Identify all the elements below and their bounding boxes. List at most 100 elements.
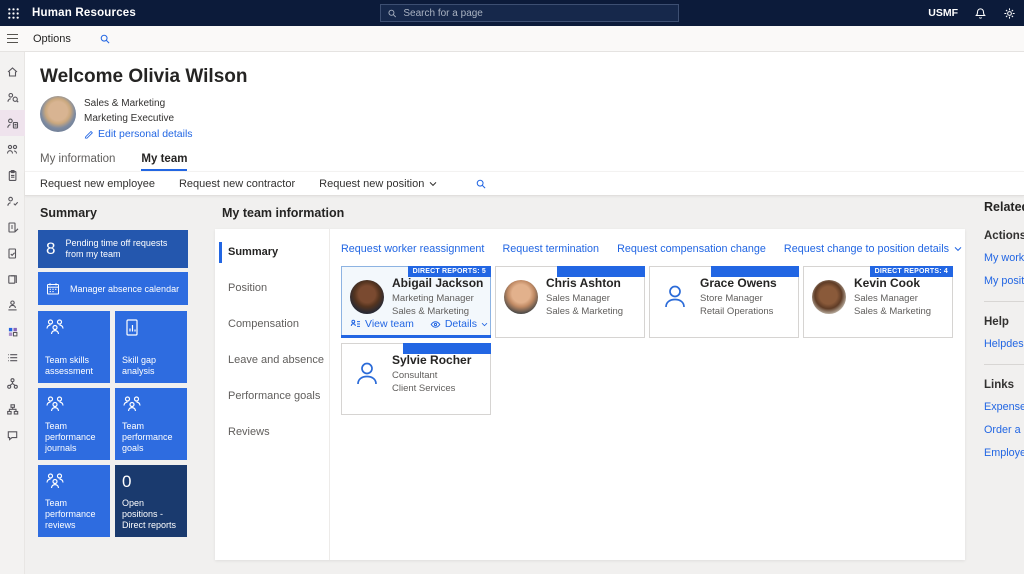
app-title: Human Resources <box>32 7 136 19</box>
tile-team-skills-assessment[interactable]: Team skills assessment <box>38 311 110 383</box>
member-name: Sylvie Rocher <box>392 353 471 367</box>
details-dropdown[interactable]: Details <box>430 318 488 330</box>
team-member-card-kevin-cook[interactable]: DIRECT REPORTS: 4 Kevin Cook Sales Manag… <box>803 266 953 338</box>
related-link-order-a-device[interactable]: Order a device <box>984 424 1024 436</box>
tile-skill-gap-analysis[interactable]: Skill gap analysis <box>115 311 187 383</box>
rail-list-button[interactable] <box>0 344 25 370</box>
rail-tasks-button[interactable] <box>0 162 25 188</box>
team-nav-performance-goals[interactable]: Performance goals <box>215 379 329 415</box>
team-icon <box>6 143 19 156</box>
action-search-button[interactable] <box>475 178 487 190</box>
command-search-button[interactable] <box>99 33 111 45</box>
related-link-helpdesk[interactable]: Helpdesk <box>984 338 1024 350</box>
person-check-icon <box>6 195 19 208</box>
team-cards-row-2: Sylvie Rocher Consultant Client Services <box>341 343 965 415</box>
tile-team-performance-journals[interactable]: Team performance journals <box>38 388 110 460</box>
rail-document-check-button[interactable] <box>0 240 25 266</box>
summary-heading: Summary <box>40 206 97 220</box>
apps-color-icon <box>6 325 19 338</box>
related-link-expenses[interactable]: Expenses <box>984 401 1024 413</box>
rail-person-approvals-button[interactable] <box>0 188 25 214</box>
tab-my-information[interactable]: My information <box>40 153 115 171</box>
options-menu[interactable]: Options <box>33 33 71 45</box>
rail-people-search-button[interactable] <box>0 84 25 110</box>
team-side-nav: Summary Position Compensation Leave and … <box>215 229 330 560</box>
rail-team-button[interactable] <box>0 136 25 162</box>
request-termination-link[interactable]: Request termination <box>502 243 599 255</box>
chevron-down-icon <box>481 322 488 327</box>
request-compensation-change-link[interactable]: Request compensation change <box>617 243 766 255</box>
rail-person-workspace-button[interactable] <box>0 292 25 318</box>
notifications-button[interactable] <box>974 7 987 20</box>
team-section-heading: My team information <box>222 206 344 220</box>
settings-button[interactable] <box>1003 7 1016 20</box>
request-worker-reassignment-link[interactable]: Request worker reassignment <box>341 243 484 255</box>
request-change-position-details-link[interactable]: Request change to position details <box>784 243 962 255</box>
related-heading: Related <box>984 200 1024 214</box>
edit-personal-details-link[interactable]: Edit personal details <box>84 128 193 140</box>
request-new-position-button[interactable]: Request new position <box>319 178 437 190</box>
top-app-bar: Human Resources USMF <box>0 0 1024 26</box>
tile-pending-time-off[interactable]: 8 Pending time off requests from my team <box>38 230 188 268</box>
rail-feedback-button[interactable] <box>0 422 25 448</box>
rail-apps-button[interactable] <box>0 318 25 344</box>
person-placeholder-icon <box>660 281 690 311</box>
chart-doc-icon <box>122 318 142 338</box>
rail-employee-self-service-button[interactable] <box>0 110 25 136</box>
team-nav-summary[interactable]: Summary <box>215 235 329 271</box>
team-nav-compensation[interactable]: Compensation <box>215 307 329 343</box>
action-bar: Request new employee Request new contrac… <box>25 171 1024 196</box>
page-search-box[interactable] <box>380 4 679 22</box>
calendar-icon <box>46 282 60 296</box>
nav-toggle-button[interactable] <box>0 26 25 52</box>
team-nav-position[interactable]: Position <box>215 271 329 307</box>
tile-manager-absence-calendar[interactable]: Manager absence calendar <box>38 272 188 305</box>
rail-hierarchy-button[interactable] <box>0 396 25 422</box>
rail-copy-pages-button[interactable] <box>0 266 25 292</box>
search-icon <box>475 178 487 190</box>
page-search-input[interactable] <box>403 8 672 19</box>
person-workspace-icon <box>6 299 19 312</box>
person-page-icon <box>6 117 19 130</box>
rail-home-button[interactable] <box>0 58 25 84</box>
related-panel: Related Actions My workers My positions … <box>984 200 1024 470</box>
tile-team-performance-goals[interactable]: Team performance goals <box>115 388 187 460</box>
rail-document-edit-button[interactable] <box>0 214 25 240</box>
user-avatar <box>40 96 76 132</box>
avatar <box>350 280 384 314</box>
member-name: Kevin Cook <box>854 276 931 290</box>
team-nav-reviews[interactable]: Reviews <box>215 415 329 451</box>
divider <box>984 364 1024 365</box>
eye-icon <box>430 320 441 329</box>
rail-org-share-button[interactable] <box>0 370 25 396</box>
view-team-link[interactable]: View team <box>350 318 414 330</box>
team-icon <box>45 318 65 336</box>
app-launcher-button[interactable] <box>0 0 26 26</box>
people-search-icon <box>6 91 19 104</box>
member-department: Sales & Marketing <box>392 306 483 317</box>
team-member-card-chris-ashton[interactable]: Chris Ashton Sales Manager Sales & Marke… <box>495 266 645 338</box>
tab-my-team[interactable]: My team <box>141 153 187 171</box>
command-bar: Options <box>0 26 1024 52</box>
member-department: Retail Operations <box>700 306 777 317</box>
copy-stack-icon <box>6 273 19 286</box>
page-tabs: My information My team <box>40 153 187 171</box>
related-link-my-workers[interactable]: My workers <box>984 252 1024 264</box>
related-link-employee[interactable]: Employee <box>984 447 1024 459</box>
search-icon <box>99 33 111 45</box>
company-selector[interactable]: USMF <box>928 7 958 19</box>
team-member-card-sylvie-rocher[interactable]: Sylvie Rocher Consultant Client Services <box>341 343 491 415</box>
team-member-card-abigail-jackson[interactable]: DIRECT REPORTS: 5 Abigail Jackson Market… <box>341 266 491 338</box>
request-new-contractor-button[interactable]: Request new contractor <box>179 178 295 190</box>
team-member-card-grace-owens[interactable]: Grace Owens Store Manager Retail Operati… <box>649 266 799 338</box>
org-chart-icon <box>350 319 361 329</box>
related-link-my-positions[interactable]: My positions <box>984 275 1024 287</box>
member-department: Sales & Marketing <box>854 306 931 317</box>
tile-open-positions[interactable]: 0 Open positions - Direct reports <box>115 465 187 537</box>
request-new-employee-button[interactable]: Request new employee <box>40 178 155 190</box>
tile-team-performance-reviews[interactable]: Team performance reviews <box>38 465 110 537</box>
user-job-title: Marketing Executive <box>84 113 193 124</box>
bell-icon <box>974 7 987 20</box>
chevron-down-icon <box>954 246 962 252</box>
team-nav-leave-and-absence[interactable]: Leave and absence <box>215 343 329 379</box>
